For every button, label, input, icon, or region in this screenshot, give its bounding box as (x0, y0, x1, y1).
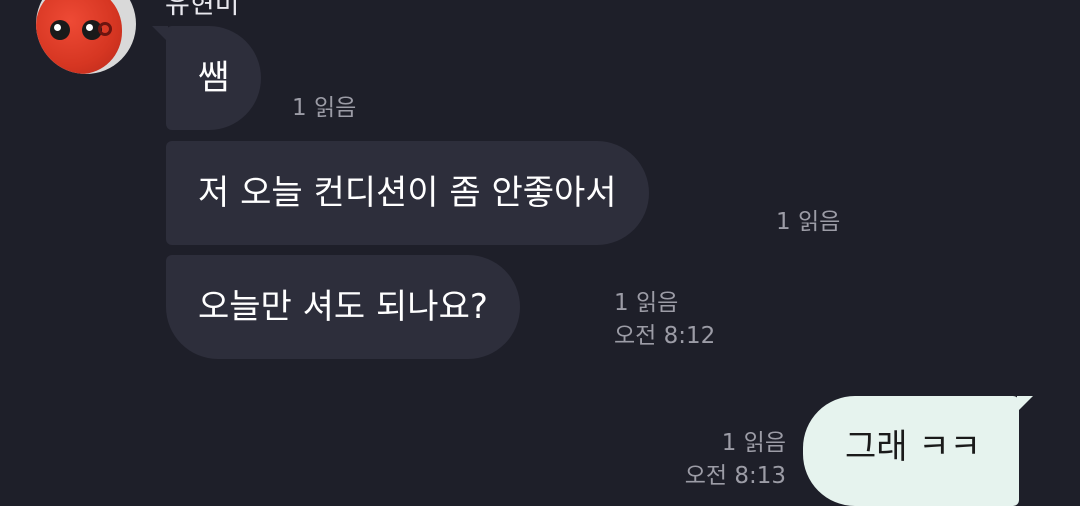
incoming-message-bubble[interactable]: 오늘만 셔도 되나요? (166, 255, 520, 359)
left-eye-shape (50, 20, 70, 40)
read-receipt: 1 읽음 (776, 209, 841, 235)
message-meta: 1 읽음 오전 8:12 (614, 287, 715, 353)
read-receipt: 1 읽음 (292, 95, 357, 121)
read-receipt: 1 읽음 (614, 290, 679, 316)
sender-name: 유현미 (165, 0, 240, 20)
message-text: 쌤 (198, 58, 230, 98)
incoming-message-bubble[interactable]: 저 오늘 컨디션이 좀 안좋아서 (166, 141, 649, 245)
message-timestamp: 오전 8:13 (684, 463, 786, 489)
message-text: 그래 ㅋㅋ (845, 427, 981, 467)
outgoing-message-bubble[interactable]: 그래 ㅋㅋ (803, 396, 1033, 506)
tomato-avatar-icon (36, 0, 122, 74)
message-text: 오늘만 셔도 되나요? (198, 287, 488, 327)
message-timestamp: 오전 8:12 (614, 323, 716, 349)
message-meta: 1 읽음 오전 8:13 (685, 427, 786, 493)
read-receipt: 1 읽음 (721, 430, 786, 456)
sender-avatar[interactable] (36, 0, 136, 74)
incoming-message-bubble[interactable]: 쌤 (151, 26, 262, 130)
message-text: 저 오늘 컨디션이 좀 안좋아서 (198, 173, 617, 213)
mouth-shape (98, 22, 112, 36)
